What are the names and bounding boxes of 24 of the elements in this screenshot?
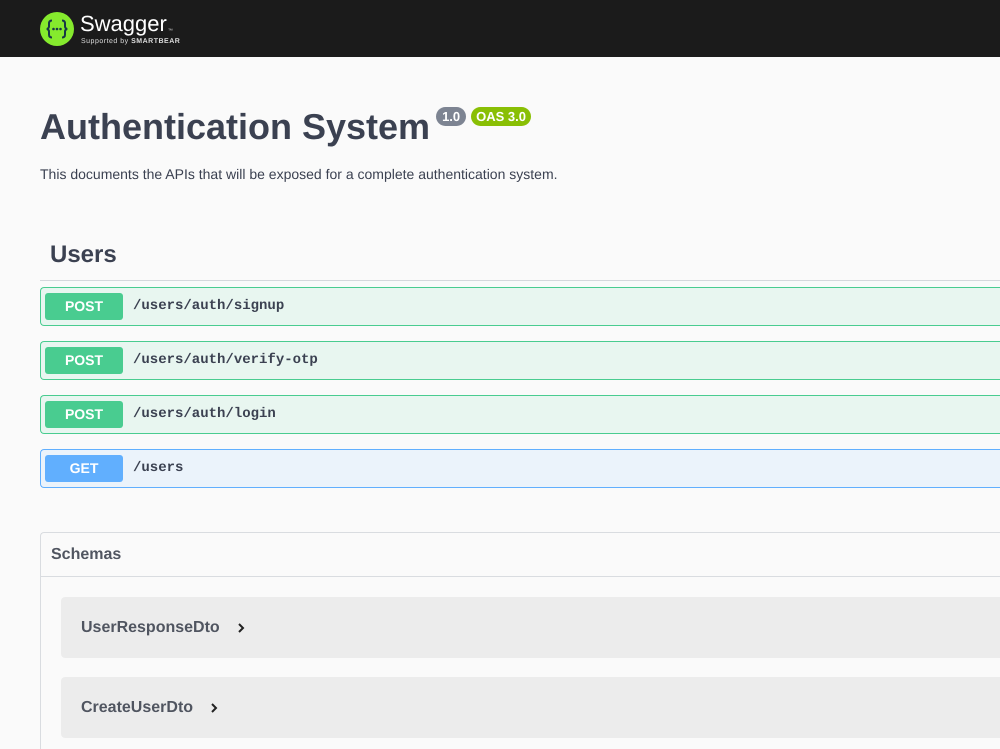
method-badge: POST [45, 401, 123, 428]
method-badge: GET [45, 455, 123, 482]
schema-row[interactable]: CreateUserDto [61, 677, 1000, 738]
method-badge: POST [45, 293, 123, 320]
operation-row[interactable]: POST /users/auth/verify-otp [40, 341, 1000, 380]
schema-name: CreateUserDto [81, 698, 194, 718]
endpoint-path: /users [133, 459, 184, 478]
tag-title: Users [50, 240, 118, 270]
operation-row[interactable]: POST /users/auth/login [40, 395, 1000, 434]
operation-row[interactable]: POST /users/auth/signup [40, 287, 1000, 326]
version-badge: 1.0 [436, 107, 466, 126]
api-title: Authentication System [40, 105, 430, 149]
endpoint-path: /users/auth/verify-otp [133, 351, 318, 370]
api-description: This documents the APIs that will be exposed for a complete authentication system. [40, 165, 558, 184]
logo-icon [40, 12, 74, 46]
logo-text: Swagger [80, 11, 167, 37]
spec-badge: OAS 3.0 [471, 107, 531, 126]
endpoint-path: /users/auth/login [133, 405, 276, 424]
endpoint-path: /users/auth/signup [133, 297, 284, 316]
tag-header[interactable]: Users [40, 230, 1000, 281]
schema-row[interactable]: UserResponseDto [61, 597, 1000, 658]
method-badge: POST [45, 347, 123, 374]
schema-name: UserResponseDto [81, 618, 220, 638]
schemas-title[interactable]: Schemas [51, 542, 122, 566]
